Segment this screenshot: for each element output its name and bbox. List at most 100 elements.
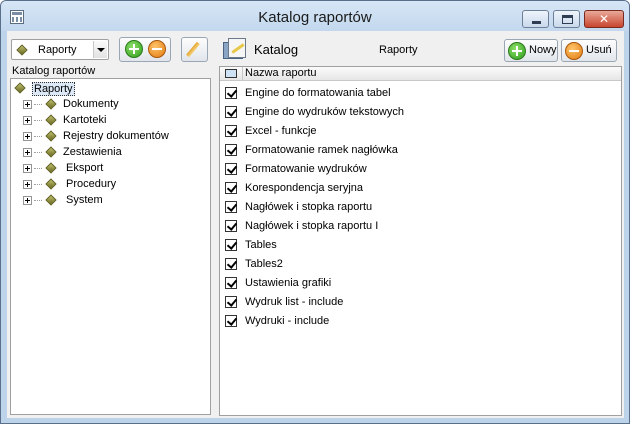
list-item[interactable]: Nagłówek i stopka raportu (220, 198, 621, 217)
expand-icon[interactable] (23, 100, 32, 109)
expand-icon[interactable] (23, 196, 32, 205)
checkbox[interactable] (225, 125, 237, 137)
catalog-diamond-icon (16, 44, 28, 56)
chevron-down-icon[interactable] (93, 41, 107, 58)
tree-item-label: Eksport (66, 162, 104, 174)
minus-icon (148, 40, 166, 58)
list-item[interactable]: Nagłówek i stopka raportu I (220, 217, 621, 236)
title-bar[interactable]: Katalog raportów ✕ (1, 1, 629, 31)
expand-icon[interactable] (23, 132, 32, 141)
tree-item-dokumenty[interactable]: Dokumenty (14, 97, 204, 113)
list-item[interactable]: Formatowanie ramek nagłówka (220, 141, 621, 160)
report-panel: Katalog Raporty Nowy Usuń Nazwa raportu … (217, 31, 624, 418)
left-panel-label: Katalog raportów (12, 65, 96, 77)
checkbox[interactable] (225, 87, 237, 99)
close-icon: ✕ (598, 12, 610, 26)
checkbox[interactable] (225, 239, 237, 251)
add-remove-group (119, 37, 171, 62)
report-list[interactable]: Nazwa raportu Engine do formatowania tab… (219, 66, 622, 416)
tree-connector (34, 152, 42, 153)
main-window: Katalog raportów ✕ Raporty Katalog rapor… (0, 0, 630, 424)
checkbox[interactable] (225, 106, 237, 118)
list-item[interactable]: Wydruki - include (220, 312, 621, 331)
list-item[interactable]: Engine do formatowania tabel (220, 84, 621, 103)
checkbox[interactable] (225, 144, 237, 156)
new-report-button[interactable]: Nowy (504, 39, 558, 62)
tree-item-zestawienia[interactable]: Zestawienia (14, 145, 204, 161)
tree-item-label: Zestawienia (63, 146, 122, 158)
plus-icon (508, 42, 526, 60)
checkbox[interactable] (225, 201, 237, 213)
tree-item-system[interactable]: System (14, 193, 204, 209)
tree-item-label: Procedury (66, 178, 117, 190)
list-header[interactable]: Nazwa raportu (220, 67, 621, 81)
maximize-button[interactable] (553, 10, 580, 28)
tree-item-rejestry[interactable]: Rejestry dokumentów (14, 129, 204, 145)
diamond-icon (45, 98, 57, 110)
list-item[interactable]: Tables2 (220, 255, 621, 274)
tree-item-label: Raporty (32, 82, 75, 96)
list-item[interactable]: Ustawienia grafiki (220, 274, 621, 293)
catalog-icon (223, 38, 247, 60)
plus-icon (125, 40, 143, 58)
checkbox[interactable] (225, 315, 237, 327)
list-item[interactable]: Tables (220, 236, 621, 255)
minimize-button[interactable] (522, 10, 549, 28)
checkbox[interactable] (225, 220, 237, 232)
tree-item-label: System (66, 194, 103, 206)
tree-item-eksport[interactable]: Eksport (14, 161, 204, 177)
diamond-icon (45, 194, 57, 206)
checkbox[interactable] (225, 182, 237, 194)
expand-icon[interactable] (23, 116, 32, 125)
checkbox[interactable] (225, 163, 237, 175)
report-name: Wydruk list - include (245, 296, 344, 308)
list-item[interactable]: Excel - funkcje (220, 122, 621, 141)
tree-item-procedury[interactable]: Procedury (14, 177, 204, 193)
tree-item-label: Kartoteki (63, 114, 107, 126)
diamond-icon (45, 162, 57, 174)
report-name: Ustawienia grafiki (245, 277, 332, 289)
expand-icon[interactable] (23, 164, 32, 173)
expand-icon[interactable] (23, 148, 32, 157)
report-name: Nagłówek i stopka raportu (245, 201, 373, 213)
expand-icon[interactable] (23, 180, 32, 189)
report-name: Wydruki - include (245, 315, 330, 327)
catalog-name: Raporty (379, 44, 418, 56)
tree-connector (34, 120, 42, 121)
catalog-type-combo[interactable]: Raporty (11, 39, 109, 60)
checkbox[interactable] (225, 258, 237, 270)
diamond-icon (45, 178, 57, 190)
checkbox[interactable] (225, 296, 237, 308)
maximize-icon (562, 15, 573, 24)
tree-item-label: Dokumenty (63, 98, 119, 110)
report-name: Tables2 (245, 258, 283, 270)
edit-folder-button[interactable] (181, 37, 208, 62)
tree-item-kartoteki[interactable]: Kartoteki (14, 113, 204, 129)
report-name: Korespondencja seryjna (245, 182, 364, 194)
remove-folder-button[interactable] (148, 40, 168, 60)
checkbox[interactable] (225, 277, 237, 289)
list-item[interactable]: Formatowanie wydruków (220, 160, 621, 179)
left-toolbar: Raporty (11, 37, 211, 63)
tree-item-raporty[interactable]: Raporty (14, 81, 204, 97)
delete-report-button[interactable]: Usuń (561, 39, 617, 62)
diamond-icon (45, 146, 57, 158)
column-header-name[interactable]: Nazwa raportu (245, 67, 317, 79)
report-name: Tables (245, 239, 277, 251)
diamond-icon (45, 130, 57, 142)
list-item[interactable]: Korespondencja seryjna (220, 179, 621, 198)
diamond-icon (45, 114, 57, 126)
column-icon (225, 69, 237, 78)
list-item[interactable]: Engine do wydruków tekstowych (220, 103, 621, 122)
catalog-tree[interactable]: Raporty Dokumenty Kartoteki Rejestry dok… (10, 78, 211, 415)
tree-item-label: Rejestry dokumentów (63, 130, 169, 142)
report-name: Nagłówek i stopka raportu I (245, 220, 379, 232)
close-button[interactable]: ✕ (584, 10, 624, 28)
add-folder-button[interactable] (125, 40, 145, 60)
delete-button-label: Usuń (586, 44, 612, 56)
list-item[interactable]: Wydruk list - include (220, 293, 621, 312)
new-button-label: Nowy (529, 44, 557, 56)
report-name: Engine do wydruków tekstowych (245, 106, 404, 118)
minus-icon (565, 42, 583, 60)
combo-value: Raporty (38, 44, 77, 56)
